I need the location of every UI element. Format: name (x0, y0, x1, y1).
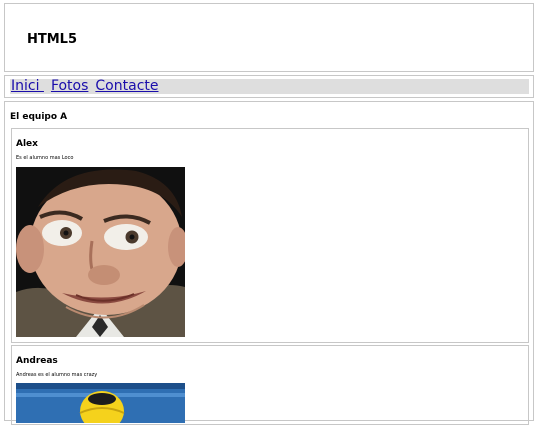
caricature-portrait-image (16, 167, 185, 337)
cartoon-image (16, 383, 185, 423)
nav-link-fotos[interactable]: Fotos (51, 79, 88, 94)
member-name: Andreas (16, 356, 58, 366)
member-name: Alex (16, 139, 38, 149)
member-card: Alex Es el alumno mas Loco (11, 128, 529, 343)
member-description: Es el alumno mas Loco (16, 155, 74, 161)
nav-link-inici[interactable]: Inici (11, 79, 44, 94)
member-photo (16, 167, 185, 337)
member-card: Andreas Andreas es el alumno mas crazy (11, 345, 529, 425)
section-title: El equipo A (10, 112, 68, 122)
main-section: El equipo A Alex Es el alumno mas Loco A… (4, 101, 534, 425)
nav-link-contacte[interactable]: Contacte (95, 79, 158, 94)
nav-container: Inici Fotos Contacte (4, 75, 534, 98)
page-header: HTML5 (4, 3, 534, 72)
member-description: Andreas es el alumno mas crazy (16, 372, 98, 378)
page-title: HTML5 (27, 32, 78, 47)
nav-bar: Inici Fotos Contacte (10, 79, 529, 94)
member-photo (16, 383, 185, 423)
